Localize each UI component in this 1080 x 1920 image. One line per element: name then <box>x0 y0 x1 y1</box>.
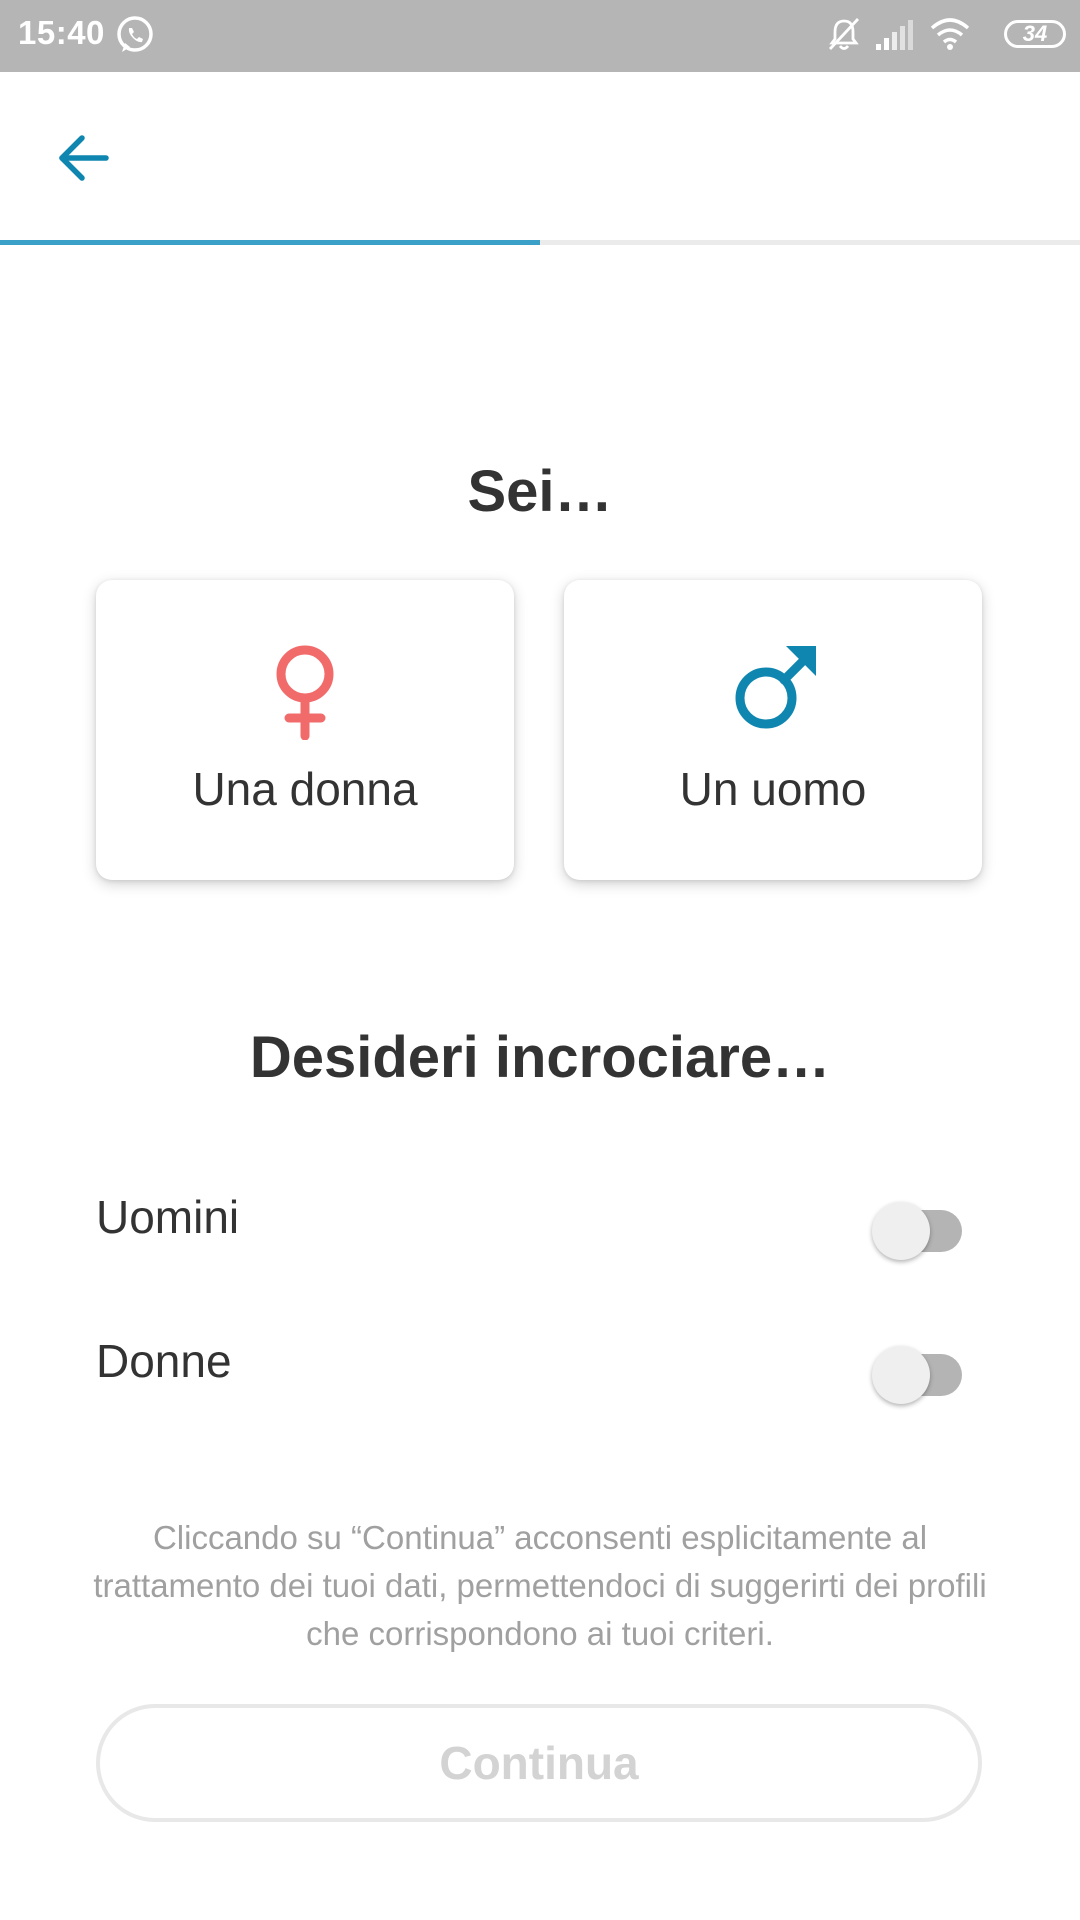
toggle-label-uomini: Uomini <box>96 1191 240 1243</box>
wifi-icon <box>930 18 970 50</box>
toggle-switch-uomini[interactable] <box>872 1192 964 1260</box>
whatsapp-icon <box>117 16 153 52</box>
male-symbol-icon <box>735 646 816 729</box>
female-symbol-icon <box>276 645 334 740</box>
gender-question-title: Sei… <box>467 459 613 524</box>
switch-thumb <box>872 1202 930 1260</box>
continue-button[interactable]: Continua <box>96 1704 982 1822</box>
screen: 15:40 34 Sei… Una donna Un uomo Desideri… <box>0 0 1080 1920</box>
consent-text: Cliccando su “Continua” acconsenti espli… <box>93 1519 987 1652</box>
switch-thumb <box>872 1346 930 1404</box>
progress-bar <box>0 240 1080 245</box>
app-bar <box>0 72 1080 240</box>
status-time: 15:40 <box>18 14 105 51</box>
status-bar: 15:40 34 <box>0 0 1080 72</box>
signal-icon <box>876 20 913 50</box>
progress-fill <box>0 240 540 245</box>
option-male-card[interactable]: Un uomo <box>564 580 982 880</box>
toggle-switch-donne[interactable] <box>872 1336 964 1404</box>
arrow-left-icon[interactable] <box>50 126 114 190</box>
toggle-label-donne: Donne <box>96 1335 232 1387</box>
bell-muted-icon <box>828 18 860 50</box>
battery-icon: 34 <box>1004 20 1066 48</box>
toggle-row-uomini: Uomini <box>96 1178 984 1260</box>
toggle-row-donne: Donne <box>96 1322 984 1404</box>
status-icons: 34 <box>826 16 1066 56</box>
preference-question-title: Desideri incrociare… <box>249 1025 831 1090</box>
option-female-label: Una donna <box>192 763 418 815</box>
option-female-card[interactable]: Una donna <box>96 580 514 880</box>
option-male-label: Un uomo <box>679 763 867 815</box>
